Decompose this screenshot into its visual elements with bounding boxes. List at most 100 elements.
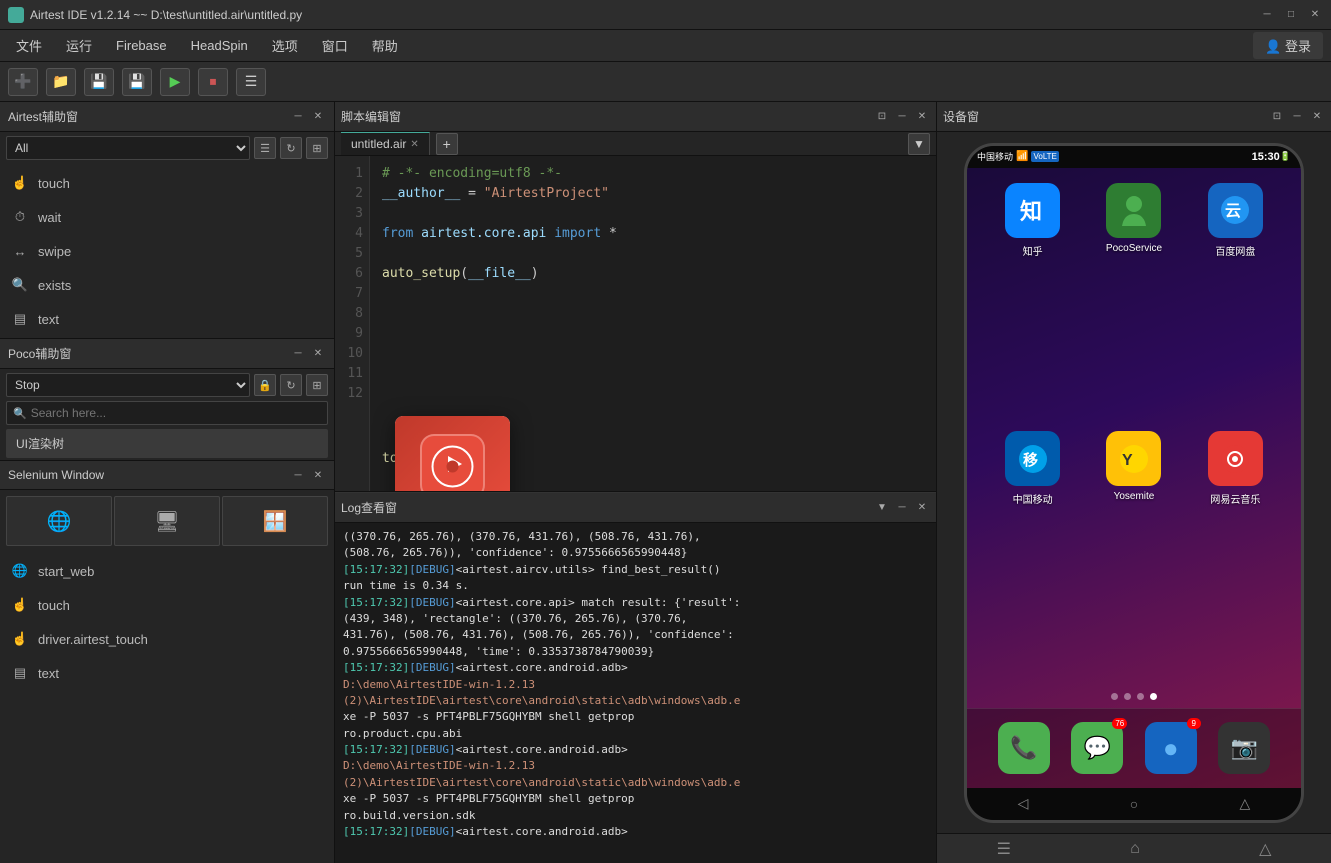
code-line-3	[382, 204, 924, 224]
func-start-web[interactable]: 🌐 start_web	[0, 554, 334, 588]
app-cmcc[interactable]: 移 中国移动	[987, 431, 1078, 670]
device-bottom-nav3[interactable]: △	[1239, 835, 1291, 863]
log-line-17: xe -P 5037 -s PFT4PBLF75GQHYBM shell get…	[343, 791, 928, 806]
poco-settings-btn[interactable]: ⊞	[306, 374, 328, 396]
phone-screen[interactable]: 知 知乎 PocoService	[967, 168, 1301, 788]
editor-close-btn[interactable]: ✕	[914, 109, 930, 125]
editor-controls: ⊡ ─ ✕	[874, 109, 930, 125]
airtest-minimize-btn[interactable]: ─	[290, 109, 306, 125]
dock-messages[interactable]: 💬 76	[1071, 722, 1123, 774]
func-touch-label: touch	[38, 176, 70, 191]
airtest-panel-controls: ─ ✕	[290, 109, 326, 125]
page-dot-4	[1150, 693, 1157, 700]
log-line-9: [15:17:32][DEBUG]<airtest.core.android.a…	[343, 660, 928, 675]
func-touch[interactable]: ☝ touch	[0, 166, 334, 200]
menu-run[interactable]: 运行	[54, 32, 104, 59]
selenium-panel-controls: ─ ✕	[290, 467, 326, 483]
page-dot-2	[1124, 693, 1131, 700]
baidu-icon: 云	[1208, 183, 1263, 238]
func-driver-touch[interactable]: ☝ driver.airtest_touch	[0, 622, 334, 656]
tab-menu-button[interactable]: ▼	[908, 133, 930, 155]
add-tab-button[interactable]: +	[436, 133, 458, 155]
editor-popout-btn[interactable]: ⊡	[874, 109, 890, 125]
func-sel-text[interactable]: ▤ text	[0, 656, 334, 690]
app-poco[interactable]: PocoService	[1088, 183, 1179, 422]
minimize-button[interactable]: ─	[1259, 7, 1275, 23]
device-bottom-nav2[interactable]: ⌂	[1110, 836, 1160, 862]
editor-header: 脚本编辑窗 ⊡ ─ ✕	[335, 102, 936, 132]
login-button[interactable]: 👤 登录	[1253, 32, 1323, 59]
poco-search-input[interactable]	[31, 406, 321, 420]
code-area[interactable]: 12345 678910 1112 # -*- encoding=utf8 -*…	[335, 156, 936, 491]
tab-close-btn[interactable]: ✕	[410, 139, 418, 150]
device-bottom-nav1[interactable]: ☰	[977, 835, 1031, 863]
nav-recent-btn[interactable]: △	[1240, 795, 1251, 812]
page-dots	[967, 685, 1301, 708]
app-yosemite[interactable]: Y Yosemite	[1088, 431, 1179, 670]
sel-touch-icon: ☝	[10, 595, 30, 615]
dock-phone[interactable]: 📞	[998, 722, 1050, 774]
poco-refresh-btn[interactable]: ↻	[280, 374, 302, 396]
func-exists[interactable]: 🔍 exists	[0, 268, 334, 302]
baidu-label: 百度网盘	[1215, 243, 1255, 258]
save-as-button[interactable]: 💾	[122, 68, 152, 96]
device-close-btn[interactable]: ✕	[1309, 109, 1325, 125]
stop-button[interactable]: ⏹	[198, 68, 228, 96]
func-swipe[interactable]: ↔ swipe	[0, 234, 334, 268]
poco-close-btn[interactable]: ✕	[310, 346, 326, 362]
log-minimize-btn[interactable]: ─	[894, 500, 910, 516]
poco-lock-btn[interactable]: 🔒	[254, 374, 276, 396]
filter-icon-btn-2[interactable]: ↻	[280, 137, 302, 159]
save-button[interactable]: 💾	[84, 68, 114, 96]
new-button[interactable]: ➕	[8, 68, 38, 96]
cmcc-label: 中国移动	[1013, 491, 1053, 506]
menu-options[interactable]: 选项	[260, 32, 310, 59]
menu-firebase[interactable]: Firebase	[104, 34, 179, 57]
selenium-close-btn[interactable]: ✕	[310, 467, 326, 483]
airtest-close-btn[interactable]: ✕	[310, 109, 326, 125]
device-screen-area: 中国移动 📶 VoLTE 15:30 🔋 知	[937, 132, 1331, 833]
menu-file[interactable]: 文件	[4, 32, 54, 59]
device-minimize-btn[interactable]: ─	[1289, 109, 1305, 125]
dock-messages-icon: 💬	[1084, 735, 1111, 761]
menu-window[interactable]: 窗口	[310, 32, 360, 59]
ui-tree-item[interactable]: UI渲染树	[6, 429, 328, 458]
poco-minimize-btn[interactable]: ─	[290, 346, 306, 362]
maximize-button[interactable]: □	[1283, 7, 1299, 23]
app-baidu[interactable]: 云 百度网盘	[1190, 183, 1281, 422]
dock-camera[interactable]: 📷	[1218, 722, 1270, 774]
log-close-btn[interactable]: ✕	[914, 500, 930, 516]
app-zhihu[interactable]: 知 知乎	[987, 183, 1078, 422]
editor-minimize-btn[interactable]: ─	[894, 109, 910, 125]
app-netease[interactable]: 网易云音乐	[1190, 431, 1281, 670]
func-sel-touch[interactable]: ☝ touch	[0, 588, 334, 622]
log-filter-btn[interactable]: ▼	[874, 500, 890, 516]
open-button[interactable]: 📁	[46, 68, 76, 96]
app3-badge: 9	[1187, 718, 1201, 729]
log-line-7: 431.76), (508.76, 431.76), (508.76, 265.…	[343, 627, 928, 642]
filter-icon-btn-3[interactable]: ⊞	[306, 137, 328, 159]
menu-headspin[interactable]: HeadSpin	[179, 34, 260, 57]
center-panel: 脚本编辑窗 ⊡ ─ ✕ untitled.air ✕ + ▼ 12345	[335, 102, 936, 863]
title-bar: Airtest IDE v1.2.14 ~~ D:\test\untitled.…	[0, 0, 1331, 30]
poco-search-row[interactable]: 🔍	[6, 401, 328, 425]
tab-untitled[interactable]: untitled.air ✕	[341, 132, 430, 155]
poco-panel-header: Poco辅助窗 ─ ✕	[0, 339, 334, 369]
menu-help[interactable]: 帮助	[360, 32, 410, 59]
nav-home-btn[interactable]: ○	[1130, 796, 1138, 812]
run-button[interactable]: ▶	[160, 68, 190, 96]
filter-select[interactable]: All	[6, 136, 250, 160]
func-text[interactable]: ▤ text	[0, 302, 334, 336]
nav-back-btn[interactable]: ◁	[1018, 795, 1029, 812]
log-content[interactable]: ((370.76, 265.76), (370.76, 431.76), (50…	[335, 523, 936, 863]
poco-select[interactable]: Stop	[6, 373, 250, 397]
app-icon	[8, 7, 24, 23]
dock-app3[interactable]: ● 9	[1145, 722, 1197, 774]
selenium-minimize-btn[interactable]: ─	[290, 467, 306, 483]
menu-button[interactable]: ☰	[236, 68, 266, 96]
filter-icon-btn-1[interactable]: ☰	[254, 137, 276, 159]
close-button[interactable]: ✕	[1307, 7, 1323, 23]
start-web-icon: 🌐	[10, 561, 30, 581]
device-popout-btn[interactable]: ⊡	[1269, 109, 1285, 125]
func-wait[interactable]: ⏱ wait	[0, 200, 334, 234]
